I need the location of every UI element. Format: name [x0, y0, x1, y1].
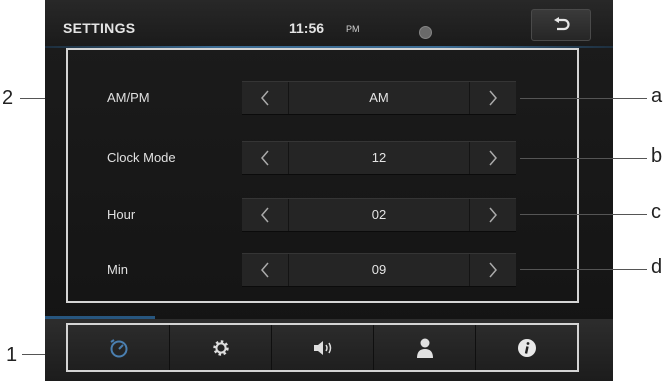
callout-leader-d: [520, 269, 647, 270]
tab-info[interactable]: [475, 325, 577, 370]
chevron-right-icon: [489, 90, 497, 106]
ampm-value: AM: [369, 90, 389, 105]
callout-d: d: [651, 256, 663, 278]
hour-decrease-button[interactable]: [242, 199, 289, 231]
callout-a: a: [651, 85, 663, 107]
speaker-icon: [313, 340, 331, 355]
chevron-right-icon: [489, 207, 497, 223]
tab-clock[interactable]: [68, 325, 169, 370]
hour-value: 02: [371, 207, 387, 222]
hour-stepper[interactable]: 02: [242, 198, 516, 232]
top-bar: SETTINGS 11:56 PM: [45, 0, 613, 48]
hour-increase-button[interactable]: [469, 199, 516, 231]
tab-settings[interactable]: [169, 325, 271, 370]
callout-bottom-bar: 1: [6, 344, 18, 366]
chevron-left-icon: [261, 150, 269, 166]
person-icon: [416, 338, 433, 358]
setting-label-min: Min: [107, 262, 128, 277]
back-button[interactable]: [531, 9, 591, 41]
settings-screen: SETTINGS 11:56 PM AM/PM AM Clock Mode 12: [45, 0, 613, 381]
callout-leader-c: [520, 214, 647, 215]
clock-ampm: PM: [346, 24, 360, 34]
ampm-increase-button[interactable]: [469, 82, 516, 114]
clock-mode-increase-button[interactable]: [469, 142, 516, 174]
gear-icon: [212, 339, 229, 356]
min-decrease-button[interactable]: [242, 254, 289, 286]
setting-label-hour: Hour: [107, 207, 136, 222]
back-arrow-icon: [554, 17, 570, 31]
chevron-left-icon: [261, 207, 269, 223]
clock-mode-decrease-button[interactable]: [242, 142, 289, 174]
chevron-left-icon: [261, 90, 269, 106]
tab-user[interactable]: [373, 325, 475, 370]
setting-label-ampm: AM/PM: [107, 90, 150, 105]
min-stepper[interactable]: 09: [242, 253, 516, 287]
callout-leader-b: [520, 158, 647, 159]
status-indicator-icon: [419, 26, 432, 39]
callout-c: c: [651, 201, 661, 223]
callout-settings-area: 2: [2, 87, 14, 109]
ampm-stepper[interactable]: AM: [242, 81, 516, 115]
clock-time: 11:56: [289, 20, 325, 36]
page-title: SETTINGS: [63, 20, 136, 36]
callout-leader-a: [520, 98, 647, 99]
ampm-decrease-button[interactable]: [242, 82, 289, 114]
chevron-right-icon: [489, 150, 497, 166]
setting-label-clock-mode: Clock Mode: [107, 150, 176, 165]
info-icon: [517, 338, 536, 357]
tab-sound[interactable]: [271, 325, 373, 370]
clock-mode-stepper[interactable]: 12: [242, 141, 516, 175]
chevron-right-icon: [489, 262, 497, 278]
clock-mode-value: 12: [371, 150, 387, 165]
callout-b: b: [651, 145, 663, 167]
min-increase-button[interactable]: [469, 254, 516, 286]
chevron-left-icon: [261, 262, 269, 278]
bottom-tab-frame: [66, 323, 579, 372]
min-value: 09: [371, 262, 387, 277]
clock-icon: [109, 338, 127, 357]
